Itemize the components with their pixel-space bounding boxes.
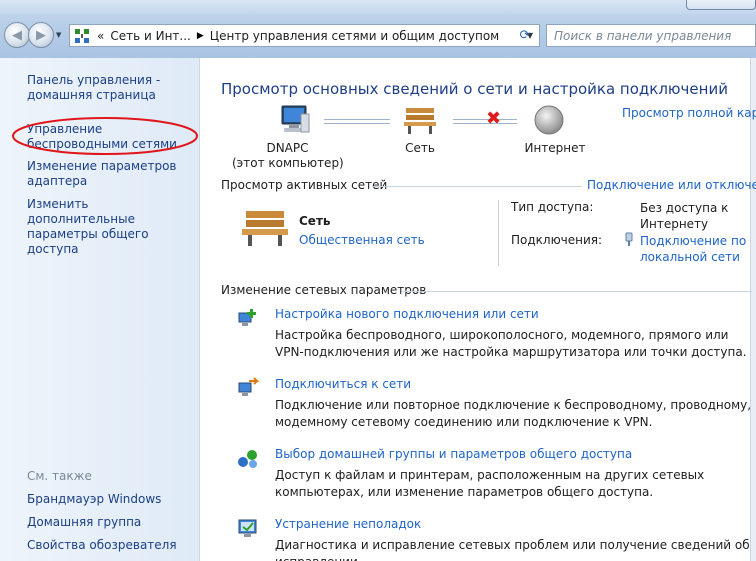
forward-button[interactable]: ▶ (28, 22, 54, 48)
back-arrow-icon: ◀ (12, 27, 22, 43)
homegroup-icon (237, 447, 259, 469)
navigation-bar: ◀ ▶ ▼ « Сеть и Инт... ▶ Центр управления… (0, 0, 756, 58)
sidebar-adapter-link[interactable]: Изменение параметров адаптера (27, 159, 197, 189)
computer-name: DNAPC (266, 141, 309, 155)
section-divider (372, 186, 582, 187)
breadcrumb-network-internet[interactable]: Сеть и Инт... (107, 29, 194, 43)
refresh-icon[interactable]: ⟳ (514, 26, 536, 45)
access-type-value: Без доступа к Интернету (640, 201, 729, 231)
section-divider (402, 291, 752, 292)
history-dropdown-icon[interactable]: ▼ (56, 31, 61, 39)
page-title: Просмотр основных сведений о сети и наст… (221, 80, 728, 98)
connection-line-broken (453, 119, 517, 124)
computer-icon (279, 104, 311, 136)
no-connection-icon[interactable]: ✖ (486, 110, 501, 128)
computer-sublabel: (этот компьютер) (232, 156, 344, 170)
sidebar-homegroup-link[interactable]: Домашняя группа (27, 515, 197, 530)
task-homegroup-link[interactable]: Выбор домашней группы и параметров общег… (275, 447, 632, 461)
connect-network-icon (237, 377, 260, 399)
troubleshoot-icon (237, 517, 259, 539)
connection-line (324, 119, 390, 124)
task-troubleshoot-link[interactable]: Устранение неполадок (275, 517, 421, 531)
new-connection-icon (237, 307, 259, 329)
network-label: Сеть (405, 141, 435, 155)
globe-icon (533, 104, 565, 136)
ethernet-icon (624, 232, 634, 246)
search-input[interactable]: Поиск в панели управления (546, 24, 756, 47)
sidebar-home-link[interactable]: Панель управления - домашняя страница (27, 73, 197, 103)
full-map-link[interactable]: Просмотр полной карты (622, 106, 756, 120)
connections-label: Подключения: (511, 233, 603, 247)
sidebar-wireless-link[interactable]: Управление беспроводными сетями (27, 122, 197, 152)
task-connect-link[interactable]: Подключиться к сети (275, 377, 411, 391)
sidebar-firewall-link[interactable]: Брандмауэр Windows (27, 492, 197, 507)
address-prefix[interactable]: « (94, 29, 107, 43)
forward-arrow-icon: ▶ (36, 27, 46, 43)
see-also-heading: См. также (27, 469, 92, 483)
vertical-divider (498, 200, 499, 266)
change-settings-heading: Изменение сетевых параметров (221, 283, 427, 297)
breadcrumb-network-center[interactable]: Центр управления сетями и общим доступом (207, 29, 502, 43)
access-type-label: Тип доступа: (511, 200, 594, 214)
window-controls[interactable] (686, 0, 756, 10)
task-new-connection-link[interactable]: Настройка нового подключения или сети (275, 307, 539, 321)
active-network-name: Сеть (299, 214, 331, 228)
lan-connection-link[interactable]: Подключение по локальной сети (640, 233, 750, 265)
task-homegroup-desc: Доступ к файлам и принтерам, расположенн… (275, 468, 705, 499)
active-networks-heading: Просмотр активных сетей (221, 178, 388, 192)
address-bar[interactable]: « Сеть и Инт... ▶ Центр управления сетям… (69, 24, 540, 47)
network-bench-icon (240, 208, 290, 248)
task-new-connection-desc: Настройка беспроводного, широкополосного… (275, 328, 747, 359)
back-button[interactable]: ◀ (4, 22, 30, 48)
search-placeholder: Поиск в панели управления (554, 28, 732, 43)
sidebar-browser-props-link[interactable]: Свойства обозревателя (27, 538, 197, 553)
bench-icon (403, 104, 437, 136)
internet-label: Интернет (524, 141, 586, 155)
connect-disconnect-link[interactable]: Подключение или отключение (587, 178, 756, 192)
network-center-icon (74, 28, 90, 44)
sidebar-sharing-link[interactable]: Изменить дополнительные параметры общего… (27, 197, 197, 257)
network-type-link[interactable]: Общественная сеть (299, 233, 425, 247)
title-strip (0, 0, 756, 14)
task-troubleshoot-desc: Диагностика и исправление сетевых пробле… (275, 538, 750, 561)
breadcrumb-chevron-icon[interactable]: ▶ (194, 31, 207, 41)
task-connect-desc: Подключение или повторное подключение к … (275, 398, 752, 429)
